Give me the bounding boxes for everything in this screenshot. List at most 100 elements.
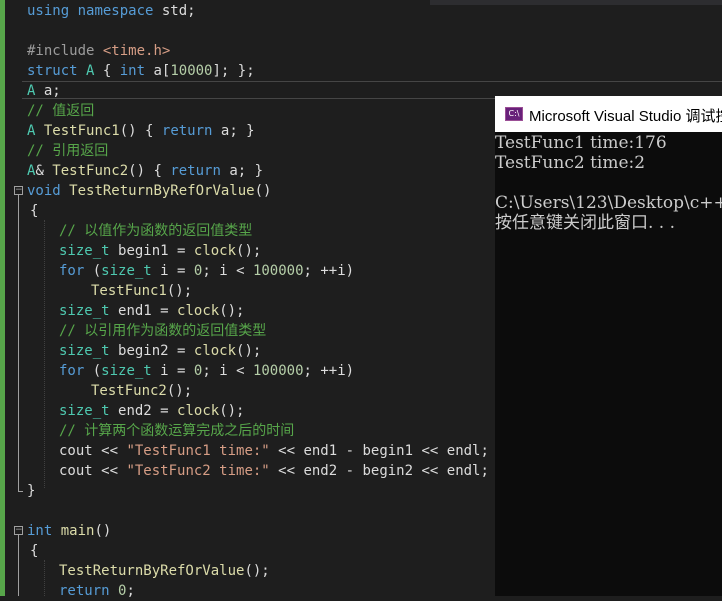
fold-range-line [18,195,19,491]
code-token: std; [153,3,196,19]
code-token: (); [219,303,245,319]
code-comment[interactable]: // 计算两个函数运算完成之后的时间 [59,421,294,441]
code-token: = [151,403,178,419]
code-token: a; } [212,123,255,139]
code-token: size_t [59,403,110,419]
code-token: cout [59,443,93,459]
code-token: < [227,363,253,379]
code-line[interactable]: for (size_t i = 0; i < 100000; ++i) [59,361,354,381]
code-line[interactable]: TestFunc2(); [91,381,192,401]
console-output-line: TestFunc1 time:176 [495,133,667,153]
code-line[interactable]: A& TestFunc2() { return a; } [27,161,263,181]
code-token: size_t [59,303,110,319]
code-token: (); [236,343,262,359]
code-line[interactable]: size_t end2 = clock(); [59,401,244,421]
code-comment[interactable]: // 以值作为函数的返回值类型 [59,221,252,241]
code-token: (); [244,563,270,579]
code-line[interactable]: for (size_t i = 0; i < 100000; ++i) [59,261,354,281]
code-token: int [27,523,53,539]
code-line[interactable]: return 0; [59,581,135,601]
code-token: = [168,343,194,359]
code-token: ; [480,443,489,459]
debug-console-window[interactable]: C:\ Microsoft Visual Studio 调试控制台 TestFu… [495,96,722,596]
code-comment[interactable]: // 以引用作为函数的返回值类型 [59,321,266,341]
code-token: 10000 [170,63,213,79]
code-line[interactable]: size_t begin2 = clock(); [59,341,261,361]
code-token: ) [345,263,355,279]
code-token: size_t [101,363,152,379]
code-token: namespace [77,3,154,19]
code-brace[interactable]: } [27,481,35,501]
console-output-line: 按任意键关闭此窗口. . . [495,213,676,233]
code-line[interactable]: A TestFunc1() { return a; } [27,121,255,141]
code-token: return [170,163,221,179]
code-line[interactable]: size_t begin1 = clock(); [59,241,261,261]
code-token: (); [219,403,245,419]
code-token: ( [84,263,102,279]
code-token: i [337,363,346,379]
code-token: <time.h> [102,43,171,59]
code-line[interactable]: TestFunc1(); [91,281,192,301]
code-token: { [94,63,120,79]
code-token: ; ++ [303,263,338,279]
code-token: i [219,363,228,379]
code-token: using [27,3,70,19]
code-token: return [59,583,110,599]
console-output[interactable]: TestFunc1 time:176 TestFunc2 time:2 C:\U… [495,132,722,596]
code-token: << [92,443,127,459]
code-token: ; [202,363,220,379]
code-line[interactable]: TestReturnByRefOrValue(); [59,561,270,581]
code-token: endl [446,443,481,459]
code-token: TestReturnByRefOrValue [59,563,245,579]
code-token: a[ [145,63,171,79]
code-token: (); [236,243,262,259]
code-token: clock [193,243,237,259]
fold-collapse-icon[interactable]: − [14,526,23,535]
code-brace[interactable]: { [30,201,38,221]
code-token: cout [59,463,93,479]
code-token: end1 [303,443,338,459]
code-token: begin1 [118,243,169,259]
code-token: ]; }; [212,63,255,79]
console-title-bar[interactable]: C:\ Microsoft Visual Studio 调试控制台 [495,96,722,132]
code-line[interactable]: size_t end1 = clock(); [59,301,244,321]
code-token: clock [177,403,220,419]
code-line[interactable]: A a; [27,81,61,101]
editor-tab-strip [430,0,722,5]
code-line[interactable]: cout << "TestFunc2 time:" << end2 - begi… [59,461,489,481]
code-comment[interactable]: // 引用返回 [27,141,108,161]
code-line[interactable]: cout << "TestFunc1 time:" << end1 - begi… [59,441,489,461]
code-line[interactable]: int main() [27,521,111,541]
code-token: begin2 [362,463,414,479]
console-title: Microsoft Visual Studio 调试控制台 [529,108,722,125]
code-token: i [337,263,346,279]
code-token: TestFunc1 [91,283,167,299]
code-token: < [227,263,253,279]
code-token: ( [84,363,102,379]
code-token: << [92,463,127,479]
code-line[interactable]: using namespace std; [27,1,196,21]
code-token: struct [27,63,78,79]
code-token: () [94,523,112,539]
code-token: i [160,363,169,379]
code-line[interactable]: struct A { int a[10000]; }; [27,61,255,81]
change-tracking-bar [0,0,5,596]
code-brace[interactable]: { [30,541,38,561]
fold-collapse-icon[interactable]: − [14,186,23,195]
code-comment[interactable]: // 值返回 [27,101,94,121]
code-token: begin1 [362,443,414,459]
code-line[interactable]: void TestReturnByRefOrValue() [27,181,271,201]
code-token: TestFunc1 [43,123,120,139]
code-line[interactable]: #include <time.h> [27,41,170,61]
code-token: a; } [220,163,264,179]
